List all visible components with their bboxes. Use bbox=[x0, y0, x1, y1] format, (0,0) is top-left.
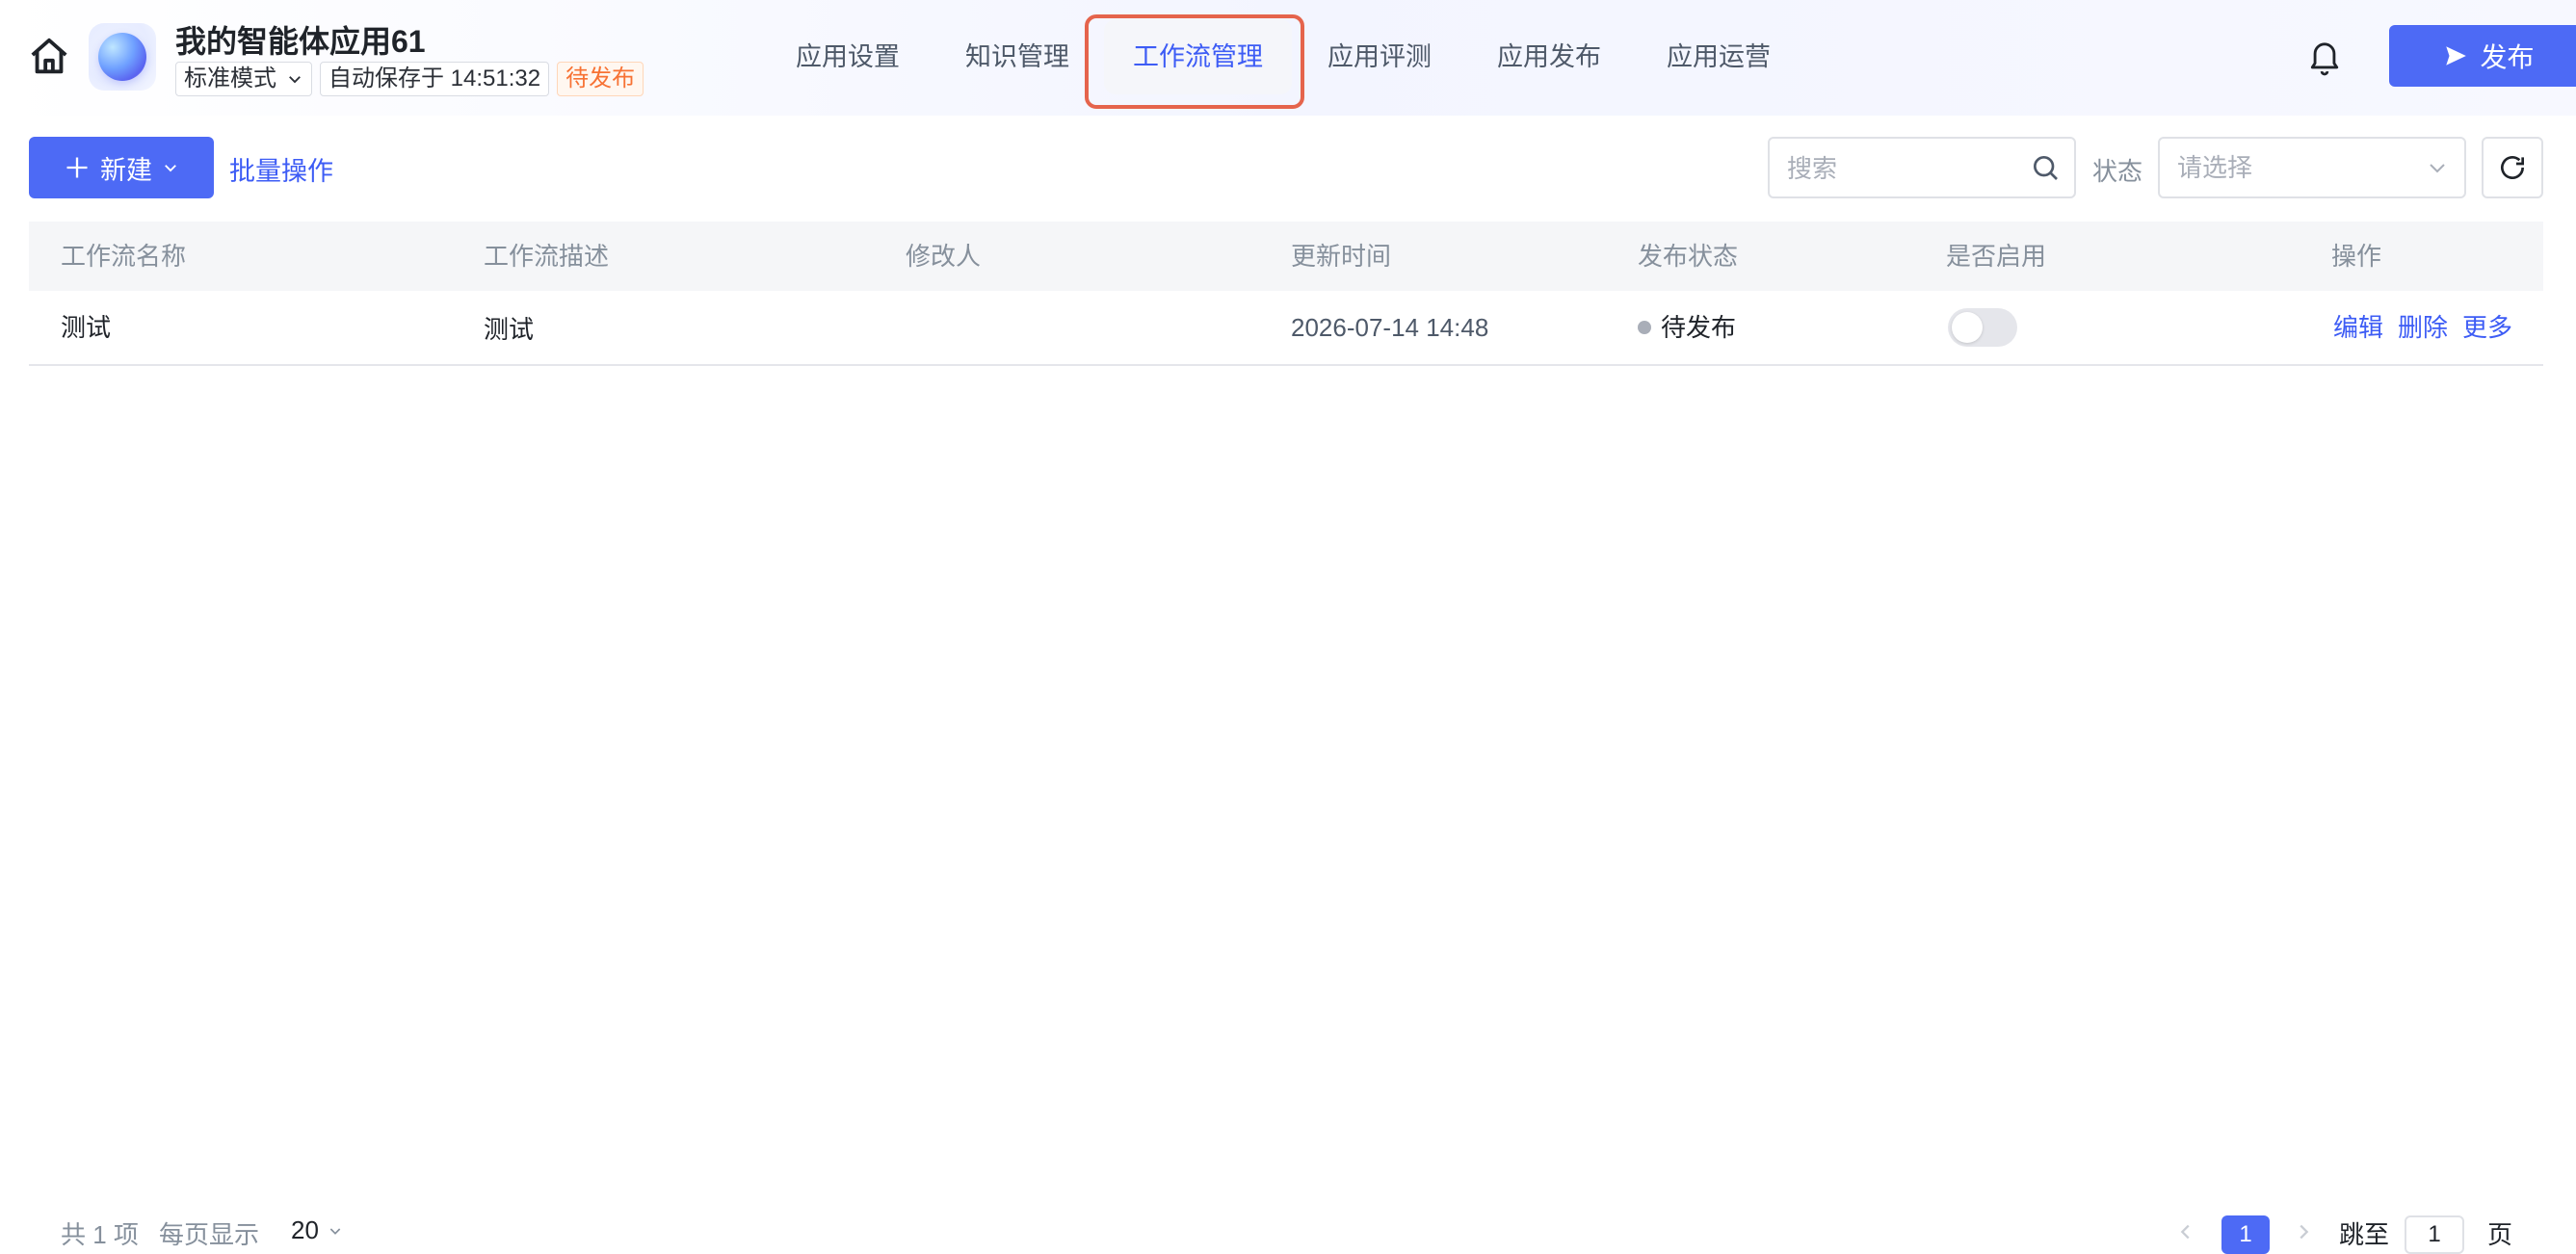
table-row: 测试 测试 2026-07-14 14:48 待发布 编辑 删除 更多 bbox=[29, 291, 2543, 366]
chevron-down-icon bbox=[289, 76, 301, 84]
publish-status-text: 待发布 bbox=[1661, 313, 1737, 342]
edit-link[interactable]: 编辑 bbox=[2333, 291, 2383, 364]
app-header: 我的智能体应用61 标准模式 自动保存于 14:51:32 待发布 应用设置 知… bbox=[0, 0, 2576, 116]
delete-link[interactable]: 删除 bbox=[2398, 291, 2448, 364]
search-box bbox=[1768, 137, 2076, 198]
next-page-icon[interactable] bbox=[2293, 1221, 2314, 1242]
column-header-updated-at: 更新时间 bbox=[1291, 242, 1392, 271]
column-header-name: 工作流名称 bbox=[61, 242, 187, 271]
mode-select-label: 标准模式 bbox=[184, 65, 276, 91]
column-header-description: 工作流描述 bbox=[484, 242, 610, 271]
chevron-down-icon bbox=[329, 1228, 341, 1235]
enable-toggle[interactable] bbox=[1948, 308, 2017, 347]
app-title: 我的智能体应用61 bbox=[175, 24, 426, 59]
more-link[interactable]: 更多 bbox=[2462, 291, 2512, 364]
autosave-status: 自动保存于 14:51:32 bbox=[320, 62, 550, 96]
workflow-updated-at: 2026-07-14 14:48 bbox=[1291, 313, 1489, 342]
mode-select[interactable]: 标准模式 bbox=[175, 62, 312, 96]
publish-button[interactable]: 发布 bbox=[2389, 25, 2576, 87]
home-icon[interactable] bbox=[27, 35, 71, 79]
status-select[interactable]: 请选择 bbox=[2158, 137, 2466, 198]
status-filter-label: 状态 bbox=[2092, 157, 2143, 186]
workflow-name: 测试 bbox=[61, 313, 112, 342]
tab-knowledge[interactable]: 知识管理 bbox=[965, 19, 1069, 94]
plus-icon bbox=[66, 157, 88, 178]
tab-release[interactable]: 应用发布 bbox=[1497, 19, 1601, 94]
app-meta-row: 标准模式 自动保存于 14:51:32 待发布 bbox=[175, 62, 644, 96]
page-suffix-label: 页 bbox=[2487, 1220, 2513, 1249]
column-header-enabled: 是否启用 bbox=[1946, 242, 2047, 271]
page-number-current[interactable]: 1 bbox=[2221, 1215, 2270, 1254]
tab-evaluation[interactable]: 应用评测 bbox=[1327, 19, 1432, 94]
bell-icon[interactable] bbox=[2308, 39, 2341, 77]
chevron-down-icon bbox=[2430, 164, 2445, 173]
new-button[interactable]: 新建 bbox=[29, 137, 214, 198]
app-logo bbox=[89, 23, 156, 91]
jump-to-label: 跳至 bbox=[2339, 1220, 2390, 1249]
toggle-knob bbox=[1952, 312, 1983, 343]
tab-workflow[interactable]: 工作流管理 bbox=[1104, 19, 1292, 94]
app-logo-orb bbox=[98, 33, 146, 81]
table-header: 工作流名称 工作流描述 修改人 更新时间 发布状态 是否启用 操作 bbox=[29, 222, 2543, 291]
pagination-bar: 共 1 项 每页显示 20 1 跳至 1 页 bbox=[29, 1215, 2543, 1254]
jump-page-input[interactable]: 1 bbox=[2405, 1215, 2464, 1254]
tab-app-settings[interactable]: 应用设置 bbox=[796, 19, 900, 94]
publish-label: 发布 bbox=[2480, 42, 2535, 72]
send-icon bbox=[2446, 46, 2467, 65]
search-icon[interactable] bbox=[2030, 152, 2061, 183]
workflow-description: 测试 bbox=[484, 315, 535, 344]
column-header-actions: 操作 bbox=[2331, 242, 2382, 271]
chevron-down-icon bbox=[165, 165, 176, 172]
prev-page-icon[interactable] bbox=[2175, 1221, 2196, 1242]
batch-operations-link[interactable]: 批量操作 bbox=[229, 150, 333, 188]
status-dot-icon bbox=[1638, 321, 1651, 335]
refresh-icon bbox=[2501, 156, 2524, 179]
status-badge: 待发布 bbox=[557, 62, 644, 96]
tab-operations[interactable]: 应用运营 bbox=[1667, 19, 1771, 94]
workflow-table: 工作流名称 工作流描述 修改人 更新时间 发布状态 是否启用 操作 测试 测试 … bbox=[29, 222, 2543, 366]
column-header-publish-status: 发布状态 bbox=[1638, 242, 1739, 271]
per-page-label: 每页显示 bbox=[159, 1220, 260, 1249]
refresh-button[interactable] bbox=[2482, 137, 2543, 198]
publish-status-cell: 待发布 bbox=[1638, 291, 1736, 364]
status-select-placeholder: 请选择 bbox=[2177, 153, 2253, 182]
total-count: 共 1 项 bbox=[61, 1220, 139, 1249]
search-input[interactable] bbox=[1770, 139, 2020, 198]
column-header-modifier: 修改人 bbox=[906, 242, 982, 271]
per-page-select[interactable]: 20 bbox=[291, 1215, 319, 1245]
new-button-label: 新建 bbox=[100, 155, 152, 185]
